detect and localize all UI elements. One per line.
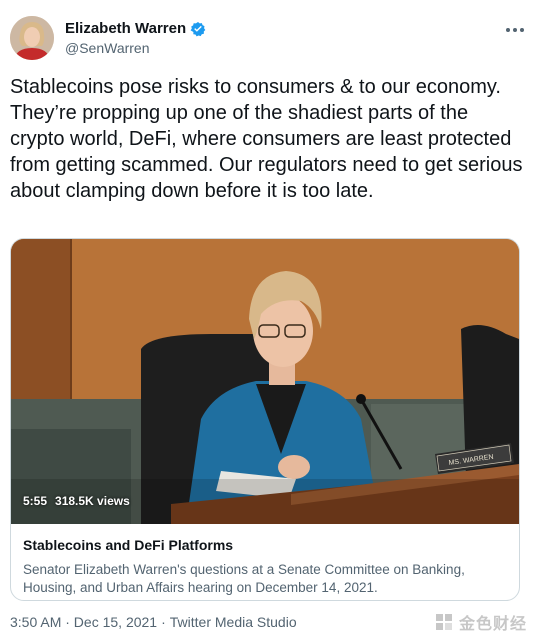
card-title[interactable]: Stablecoins and DeFi Platforms (23, 537, 509, 553)
avatar-image (10, 16, 54, 60)
card-info[interactable]: Stablecoins and DeFi Platforms Senator E… (23, 537, 509, 597)
video-player[interactable]: MS. WARREN 5:55 318.5K views (11, 239, 519, 524)
watermark: 金色财经 (434, 610, 527, 634)
tweet-header: Elizabeth Warren @SenWarren (10, 16, 527, 62)
footer-separator: · (161, 614, 166, 630)
author-handle[interactable]: @SenWarren (65, 40, 206, 56)
author-info: Elizabeth Warren @SenWarren (65, 20, 206, 56)
more-options-icon[interactable] (503, 20, 527, 40)
video-duration: 5:55 (23, 494, 48, 508)
tweet-footer: 3:50 AM · Dec 15, 2021 · Twitter Media S… (10, 614, 297, 630)
tweet-timestamp[interactable]: 3:50 AM · Dec 15, 2021 (10, 614, 157, 630)
card-description: Senator Elizabeth Warren's questions at … (23, 562, 465, 595)
watermark-text: 金色财经 (458, 616, 527, 633)
media-card[interactable]: MS. WARREN 5:55 318.5K views Stablecoins… (10, 238, 520, 601)
watermark-logo-icon (435, 614, 452, 630)
avatar[interactable] (10, 16, 54, 60)
video-badge: 5:55 318.5K views (23, 494, 130, 508)
verified-badge-icon (190, 21, 206, 36)
tweet-source[interactable]: Twitter Media Studio (170, 614, 297, 630)
tweet-text: Stablecoins pose risks to consumers & to… (10, 76, 523, 202)
author-name[interactable]: Elizabeth Warren (65, 20, 186, 37)
video-thumbnail: MS. WARREN (11, 239, 519, 524)
video-views: 318.5K views (55, 494, 130, 508)
